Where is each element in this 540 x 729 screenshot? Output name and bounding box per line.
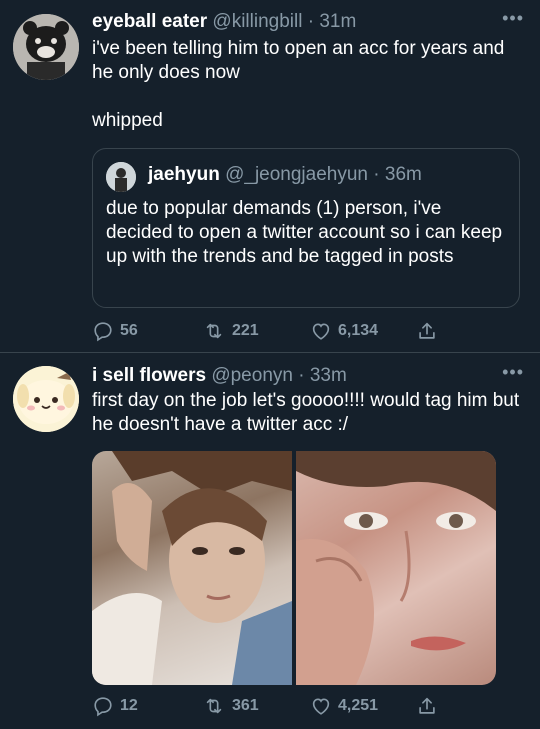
retweet-count: 361 [232,697,259,714]
heart-icon [310,695,332,717]
user-handle[interactable]: @peonyn [211,365,293,386]
reply-count: 12 [120,697,138,714]
display-name[interactable]: i sell flowers [92,365,206,386]
timestamp[interactable]: 33m [310,365,347,386]
tweet-text: first day on the job let's goooo!!!! wou… [92,390,525,435]
avatar[interactable] [13,366,79,432]
tweet-media[interactable] [92,451,496,685]
like-button[interactable]: 4,251 [310,695,378,717]
reply-button[interactable]: 12 [92,695,138,717]
retweet-button[interactable]: 361 [202,695,259,717]
retweet-icon [202,695,226,717]
tweet[interactable]: i sell flowers @peonyn · 33m ••• first d… [0,0,540,717]
separator-dot: · [298,365,305,386]
tweet-header: i sell flowers @peonyn · 33m [92,364,347,388]
media-image[interactable] [296,451,496,685]
share-icon [416,695,438,717]
media-image[interactable] [92,451,292,685]
reply-icon [92,695,114,717]
more-icon[interactable]: ••• [502,362,524,383]
share-button[interactable] [416,695,438,717]
like-count: 4,251 [338,697,379,714]
